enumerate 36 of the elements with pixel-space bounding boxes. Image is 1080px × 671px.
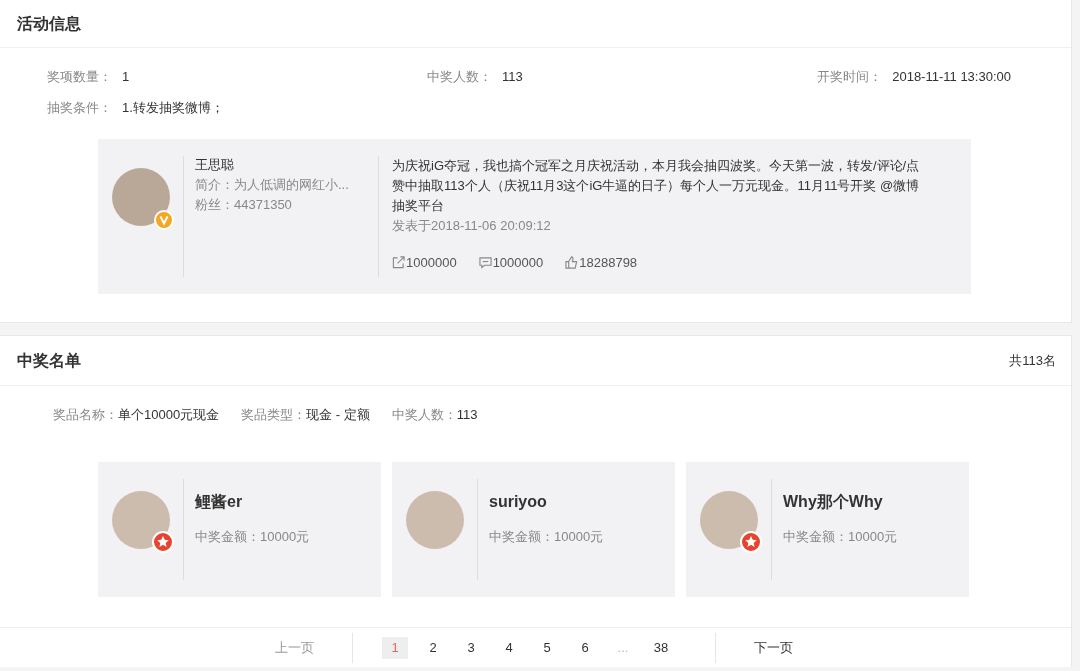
post-text: 为庆祝iG夺冠，我也搞个冠军之月庆祝活动，本月我会抽四波奖。今天第一波，转发/评论/点赞中抽取113个人（庆祝11月3这个iG牛逼的日子）每个人一万元现金。11月11号开奖 @微博抽奖平台 [392, 157, 921, 215]
field-value: 1 [122, 68, 130, 86]
winner-name: 鲤酱er [195, 491, 244, 512]
stat-count: 1000000 [492, 254, 544, 272]
comment-icon [478, 256, 492, 270]
stat-count: 18288798 [579, 254, 638, 272]
field-label: 奖品名称： [53, 406, 118, 424]
field-value: 现金 - 定额 [306, 406, 370, 424]
section-title: 中奖名单 [17, 350, 81, 371]
winner-name: suriyoo [489, 491, 548, 512]
author-name: 王思聪 [195, 156, 235, 174]
field-value: 2018-11-11 13:30:00 [892, 68, 1011, 86]
field-value: 113 [502, 68, 523, 86]
stat-count: 1000000 [406, 254, 457, 272]
prize-amount: 中奖金额：10000元 [489, 527, 604, 546]
winner-name: Why那个Why [783, 491, 884, 512]
field-label: 中奖人数： [391, 406, 457, 424]
field-label: 中奖人数： [427, 68, 492, 86]
fan-count: 粉丝：44371350 [195, 196, 293, 214]
field-value: 113 [456, 406, 478, 424]
field-label: 开奖时间： [817, 68, 883, 86]
total-count: 共113名 [1009, 351, 1056, 370]
share-icon [392, 256, 405, 270]
field-label: 奖项数量： [47, 68, 112, 86]
field-value: 单个10000元现金 [118, 406, 220, 424]
prize-amount: 中奖金额：10000元 [195, 527, 310, 546]
field-value: 1.转发抽奖微博； [122, 98, 224, 117]
ellipsis: ... [616, 639, 630, 658]
section-title: 活动信息 [17, 13, 81, 34]
next-page-button[interactable]: 下一页 [754, 638, 793, 658]
field-label: 奖品类型： [241, 406, 307, 424]
author-bio: 简介：为人低调的网红小... [195, 176, 350, 194]
field-label: 抽奖条件： [47, 98, 112, 117]
prize-amount: 中奖金额：10000元 [783, 527, 898, 546]
post-time: 发表于2018-11-06 20:09:12 [392, 217, 552, 235]
thumbs-up-icon [565, 256, 579, 270]
